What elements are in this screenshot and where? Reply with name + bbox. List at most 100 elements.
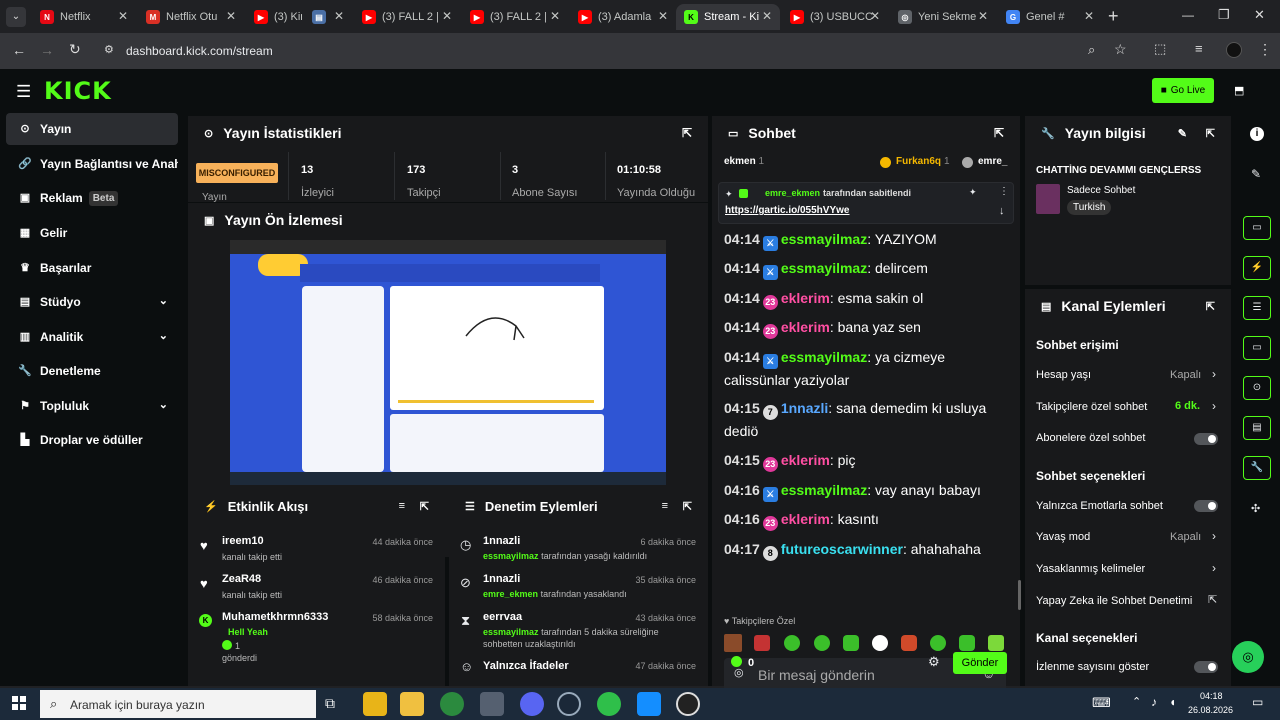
subs-only-toggle[interactable]	[1194, 433, 1218, 445]
account-age-row[interactable]: Hesap yaşı	[1036, 369, 1091, 381]
chevron-up-icon[interactable]: ⌃	[1132, 695, 1141, 708]
kick-logo[interactable]: KICK	[44, 77, 112, 105]
bookmark-star-icon[interactable]: ☆	[1114, 41, 1127, 58]
nav-studyo[interactable]: ▤ Stüdyo ⌄	[6, 286, 178, 318]
volume-icon[interactable]: ◖	[1169, 695, 1176, 709]
pinned-author[interactable]: emre_ekmen	[765, 188, 820, 198]
file-explorer-icon[interactable]	[400, 692, 424, 716]
site-info-icon[interactable]: ⚙	[104, 43, 114, 56]
nav-analitik[interactable]: ▥ Analitik ⌄	[6, 321, 178, 353]
slow-mode-row[interactable]: Yavaş mod	[1036, 531, 1090, 543]
moderator-name[interactable]: essmayilmaz	[483, 627, 539, 637]
top-user[interactable]: ekmen	[724, 156, 756, 167]
nav-denetleme[interactable]: 🔧 Denetleme	[6, 355, 178, 387]
media-control-icon[interactable]: ≡	[1195, 41, 1203, 56]
emote-icon[interactable]	[930, 635, 946, 651]
clock-date[interactable]: 26.08.2026	[1188, 705, 1233, 715]
emote-icon[interactable]	[988, 635, 1004, 651]
hamburger-menu-icon[interactable]: ☰	[16, 82, 31, 102]
chevron-right-icon[interactable]: ›	[1212, 399, 1216, 413]
tab-close-icon[interactable]: ✕	[870, 9, 880, 23]
browser-tab[interactable]: N Netflix ✕	[32, 4, 136, 30]
message-user[interactable]: eklerim	[781, 319, 830, 335]
moderation-target[interactable]: eerrvaa	[483, 611, 522, 623]
popout-icon[interactable]: ⇱	[1206, 127, 1215, 140]
browser-tab[interactable]: ◎ Yeni Sekme ✕	[890, 4, 996, 30]
taskbar-app-icon[interactable]	[480, 692, 504, 716]
rail-wrench-icon[interactable]: 🔧	[1243, 456, 1271, 480]
activity-user[interactable]: ireem10	[222, 535, 264, 547]
profile-avatar[interactable]	[1226, 42, 1242, 58]
chevron-right-icon[interactable]: ›	[1212, 367, 1216, 381]
tab-close-icon[interactable]: ✕	[226, 9, 236, 23]
taskbar-app-icon[interactable]	[597, 692, 621, 716]
followers-only-row[interactable]: Takipçilere özel sohbet	[1036, 401, 1147, 413]
message-user[interactable]: essmayilmaz	[781, 260, 867, 276]
notifications-icon[interactable]: ▭	[1252, 695, 1263, 709]
back-icon[interactable]: ←	[12, 42, 26, 58]
browser-tab[interactable]: ▶ (3) Adamla ✕	[570, 4, 676, 30]
tab-close-icon[interactable]: ✕	[1084, 9, 1094, 23]
chat-settings-icon[interactable]: ⚙	[928, 654, 940, 670]
emote-icon[interactable]	[843, 635, 859, 651]
rail-list-icon[interactable]: ☰	[1243, 296, 1271, 320]
category-thumbnail[interactable]	[1036, 184, 1060, 214]
message-user[interactable]: eklerim	[781, 511, 830, 527]
tab-list-button[interactable]: ⌄	[6, 7, 26, 27]
browser-tab[interactable]: ▶ (3) USBUCC ✕	[782, 4, 888, 30]
chrome-icon[interactable]	[440, 692, 464, 716]
rail-apps-icon[interactable]: ✣	[1251, 502, 1260, 515]
browser-tab[interactable]: ▤ ✕	[304, 4, 352, 30]
message-user[interactable]: 1nnazli	[781, 400, 828, 416]
nav-topluluk[interactable]: ⚑ Topluluk ⌄	[6, 390, 178, 422]
emote-icon[interactable]	[724, 634, 742, 652]
chat-points[interactable]: 0	[731, 656, 754, 669]
rail-stats-icon[interactable]: ▭	[1243, 216, 1271, 240]
browser-menu-icon[interactable]: ⋮	[1258, 41, 1272, 58]
top-user[interactable]: Furkan6q	[896, 156, 941, 167]
clock-time[interactable]: 04:18	[1200, 691, 1223, 701]
nav-droplar[interactable]: ▙ Droplar ve ödüller	[6, 424, 178, 456]
language-tag[interactable]: Turkish	[1067, 200, 1112, 215]
emote-icon[interactable]	[814, 635, 830, 651]
emote-icon[interactable]	[754, 635, 770, 651]
rail-bolt-icon[interactable]: ⚡	[1243, 256, 1271, 280]
pin-icon[interactable]: ✦	[969, 187, 977, 198]
nav-reklam[interactable]: ▣ Reklam Beta	[6, 182, 178, 214]
show-viewers-toggle[interactable]	[1194, 661, 1218, 673]
browser-tab[interactable]: ▶ (3) FALL 2 | ✕	[462, 4, 568, 30]
ai-moderation-row[interactable]: Yapay Zeka ile Sohbet Denetimi	[1036, 595, 1192, 607]
pencil-icon[interactable]: ✎	[1251, 167, 1261, 181]
browser-tab-active[interactable]: K Stream - Ki ✕	[676, 4, 780, 30]
popout-icon[interactable]: ⇱	[1206, 300, 1215, 313]
zoom-icon[interactable]: ⌕	[1088, 42, 1095, 58]
rail-broadcast-icon[interactable]: ⊙	[1243, 376, 1271, 400]
popout-icon[interactable]: ⇱	[994, 126, 1004, 140]
chevron-right-icon[interactable]: ›	[1212, 561, 1216, 575]
tab-close-icon[interactable]: ✕	[978, 9, 988, 23]
moderation-target[interactable]: 1nnazli	[483, 535, 520, 547]
popout-icon[interactable]: ⇱	[420, 500, 429, 513]
reload-icon[interactable]: ↻	[69, 41, 81, 58]
more-options-icon[interactable]: ⋮	[999, 186, 1009, 197]
emote-icon[interactable]	[959, 635, 975, 651]
start-button-icon[interactable]	[12, 696, 26, 710]
mic-icon[interactable]: ♪	[1151, 695, 1157, 709]
chat-scrollbar[interactable]	[1018, 580, 1021, 610]
keyboard-icon[interactable]: ⌨	[1092, 695, 1111, 711]
external-link-icon[interactable]: ⇱	[1208, 593, 1217, 606]
banned-words-row[interactable]: Yasaklanmış kelimeler	[1036, 563, 1145, 575]
layout-toggle-icon[interactable]: ⬒	[1234, 84, 1244, 97]
message-user[interactable]: essmayilmaz	[781, 349, 867, 365]
obs-icon[interactable]	[676, 692, 700, 716]
task-view-icon[interactable]: ⧉	[325, 695, 335, 712]
tab-close-icon[interactable]: ✕	[762, 9, 772, 23]
emote-icon[interactable]	[901, 635, 917, 651]
message-user[interactable]: essmayilmaz	[781, 482, 867, 498]
moderator-name[interactable]: emre_ekmen	[483, 589, 538, 599]
moderation-target[interactable]: 1nnazli	[483, 573, 520, 585]
moderator-name[interactable]: essmayilmaz	[483, 551, 539, 561]
minimize-icon[interactable]: —	[1182, 8, 1194, 22]
extensions-icon[interactable]: ⬚	[1154, 41, 1166, 57]
tab-close-icon[interactable]: ✕	[658, 9, 668, 23]
